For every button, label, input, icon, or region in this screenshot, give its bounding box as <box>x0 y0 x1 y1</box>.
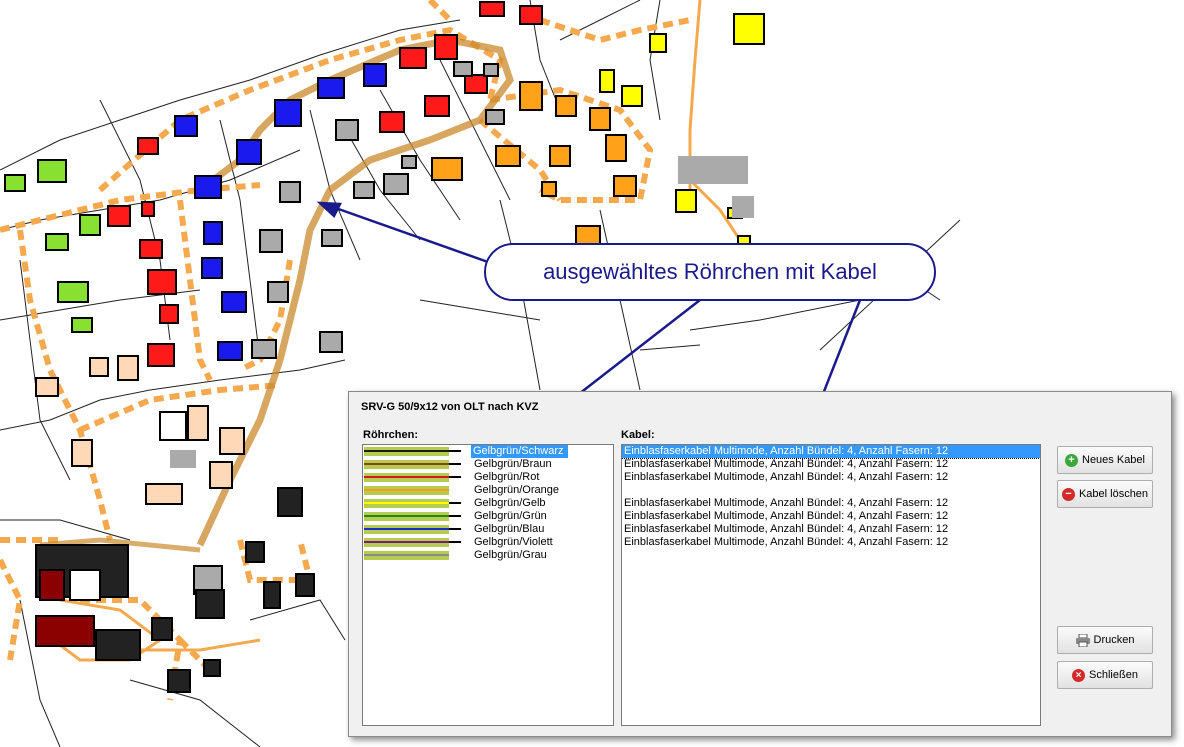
tube-color-swatch <box>364 473 449 482</box>
tube-color-swatch <box>364 512 449 521</box>
callout-text: ausgewähltes Röhrchen mit Kabel <box>543 259 877 284</box>
tube-row[interactable]: Gelbgrün/Schwarz <box>363 445 613 458</box>
plus-icon: + <box>1065 453 1078 467</box>
tube-row[interactable]: Gelbgrün/Blau <box>363 523 613 536</box>
tube-cable-marker <box>449 502 461 504</box>
tube-label: Gelbgrün/Violett <box>474 536 553 548</box>
cable-row[interactable]: Einblasfaserkabel Multimode, Anzahl Bünd… <box>622 458 1040 471</box>
tube-list[interactable]: Gelbgrün/Schwarz Gelbgrün/Braun Gelbgrün/R… <box>362 444 614 726</box>
tube-label: Gelbgrün/Blau <box>474 523 545 535</box>
tube-cable-marker <box>449 528 461 530</box>
tube-cable-marker <box>449 541 461 543</box>
cable-row[interactable]: Einblasfaserkabel Multimode, Anzahl Bünd… <box>622 445 1040 459</box>
tube-label: Gelbgrün/Grau <box>474 549 547 561</box>
tube-label: Gelbgrün/Orange <box>474 484 559 496</box>
print-label: Drucken <box>1093 634 1135 646</box>
tube-row[interactable]: Gelbgrün/Rot <box>363 471 613 484</box>
tube-row[interactable]: Gelbgrün/Gelb <box>363 497 613 510</box>
tube-row[interactable]: Gelbgrün/Grau <box>363 549 613 562</box>
close-label: Schließen <box>1089 669 1138 681</box>
tube-stripe <box>364 515 449 517</box>
tube-cable-marker <box>449 476 461 478</box>
tube-label: Gelbgrün/Braun <box>474 458 552 470</box>
tube-stripe <box>364 528 449 530</box>
tube-stripe <box>364 463 449 465</box>
tube-color-swatch <box>364 447 449 456</box>
annotation-callout: ausgewähltes Röhrchen mit Kabel <box>484 243 936 301</box>
cable-row[interactable]: Einblasfaserkabel Multimode, Anzahl Bünd… <box>622 497 1040 510</box>
tube-row[interactable]: Gelbgrün/Braun <box>363 458 613 471</box>
cable-dialog: SRV-G 50/9x12 von OLT nach KVZ Röhrchen:… <box>348 391 1172 737</box>
dialog-title: SRV-G 50/9x12 von OLT nach KVZ <box>361 401 539 413</box>
tube-stripe <box>364 502 449 504</box>
cables-label: Kabel: <box>621 429 655 441</box>
tube-cable-marker <box>449 450 461 452</box>
tube-stripe <box>364 489 449 491</box>
minus-icon: − <box>1061 487 1075 501</box>
tube-row[interactable]: Gelbgrün/Violett <box>363 536 613 549</box>
tubes-label: Röhrchen: <box>363 429 418 441</box>
tube-label: Gelbgrün/Rot <box>474 471 540 483</box>
tube-label: Gelbgrün/Gelb <box>474 497 546 509</box>
tube-color-swatch <box>364 525 449 534</box>
close-icon: × <box>1072 668 1086 682</box>
tube-cable-marker <box>449 463 461 465</box>
cable-row[interactable]: Einblasfaserkabel Multimode, Anzahl Bünd… <box>622 510 1040 523</box>
tube-color-swatch <box>364 538 449 547</box>
cable-row[interactable]: Einblasfaserkabel Multimode, Anzahl Bünd… <box>622 471 1040 484</box>
print-button[interactable]: Drucken <box>1057 626 1153 654</box>
cable-row[interactable]: Einblasfaserkabel Multimode, Anzahl Bünd… <box>622 536 1040 549</box>
cable-list[interactable]: Einblasfaserkabel Multimode, Anzahl Bünd… <box>621 444 1041 726</box>
tube-color-swatch <box>364 486 449 495</box>
tube-stripe <box>364 554 449 556</box>
delete-cable-button[interactable]: − Kabel löschen <box>1057 480 1153 508</box>
close-button[interactable]: × Schließen <box>1057 661 1153 689</box>
new-cable-label: Neues Kabel <box>1082 454 1145 466</box>
tube-color-swatch <box>364 499 449 508</box>
new-cable-button[interactable]: + Neues Kabel <box>1057 446 1153 474</box>
tube-label: Gelbgrün/Grün <box>474 510 547 522</box>
tube-row[interactable]: Gelbgrün/Orange <box>363 484 613 497</box>
cable-row[interactable] <box>622 484 1040 497</box>
tube-cable-marker <box>449 515 461 517</box>
printer-icon <box>1075 633 1090 647</box>
cable-row[interactable]: Einblasfaserkabel Multimode, Anzahl Bünd… <box>622 523 1040 536</box>
tube-stripe <box>364 541 449 543</box>
tube-color-swatch <box>364 551 449 560</box>
tube-stripe <box>364 450 449 452</box>
delete-cable-label: Kabel löschen <box>1078 488 1149 500</box>
tube-stripe <box>364 476 449 478</box>
tube-row[interactable]: Gelbgrün/Grün <box>363 510 613 523</box>
tube-color-swatch <box>364 460 449 469</box>
tube-label: Gelbgrün/Schwarz <box>471 445 568 458</box>
